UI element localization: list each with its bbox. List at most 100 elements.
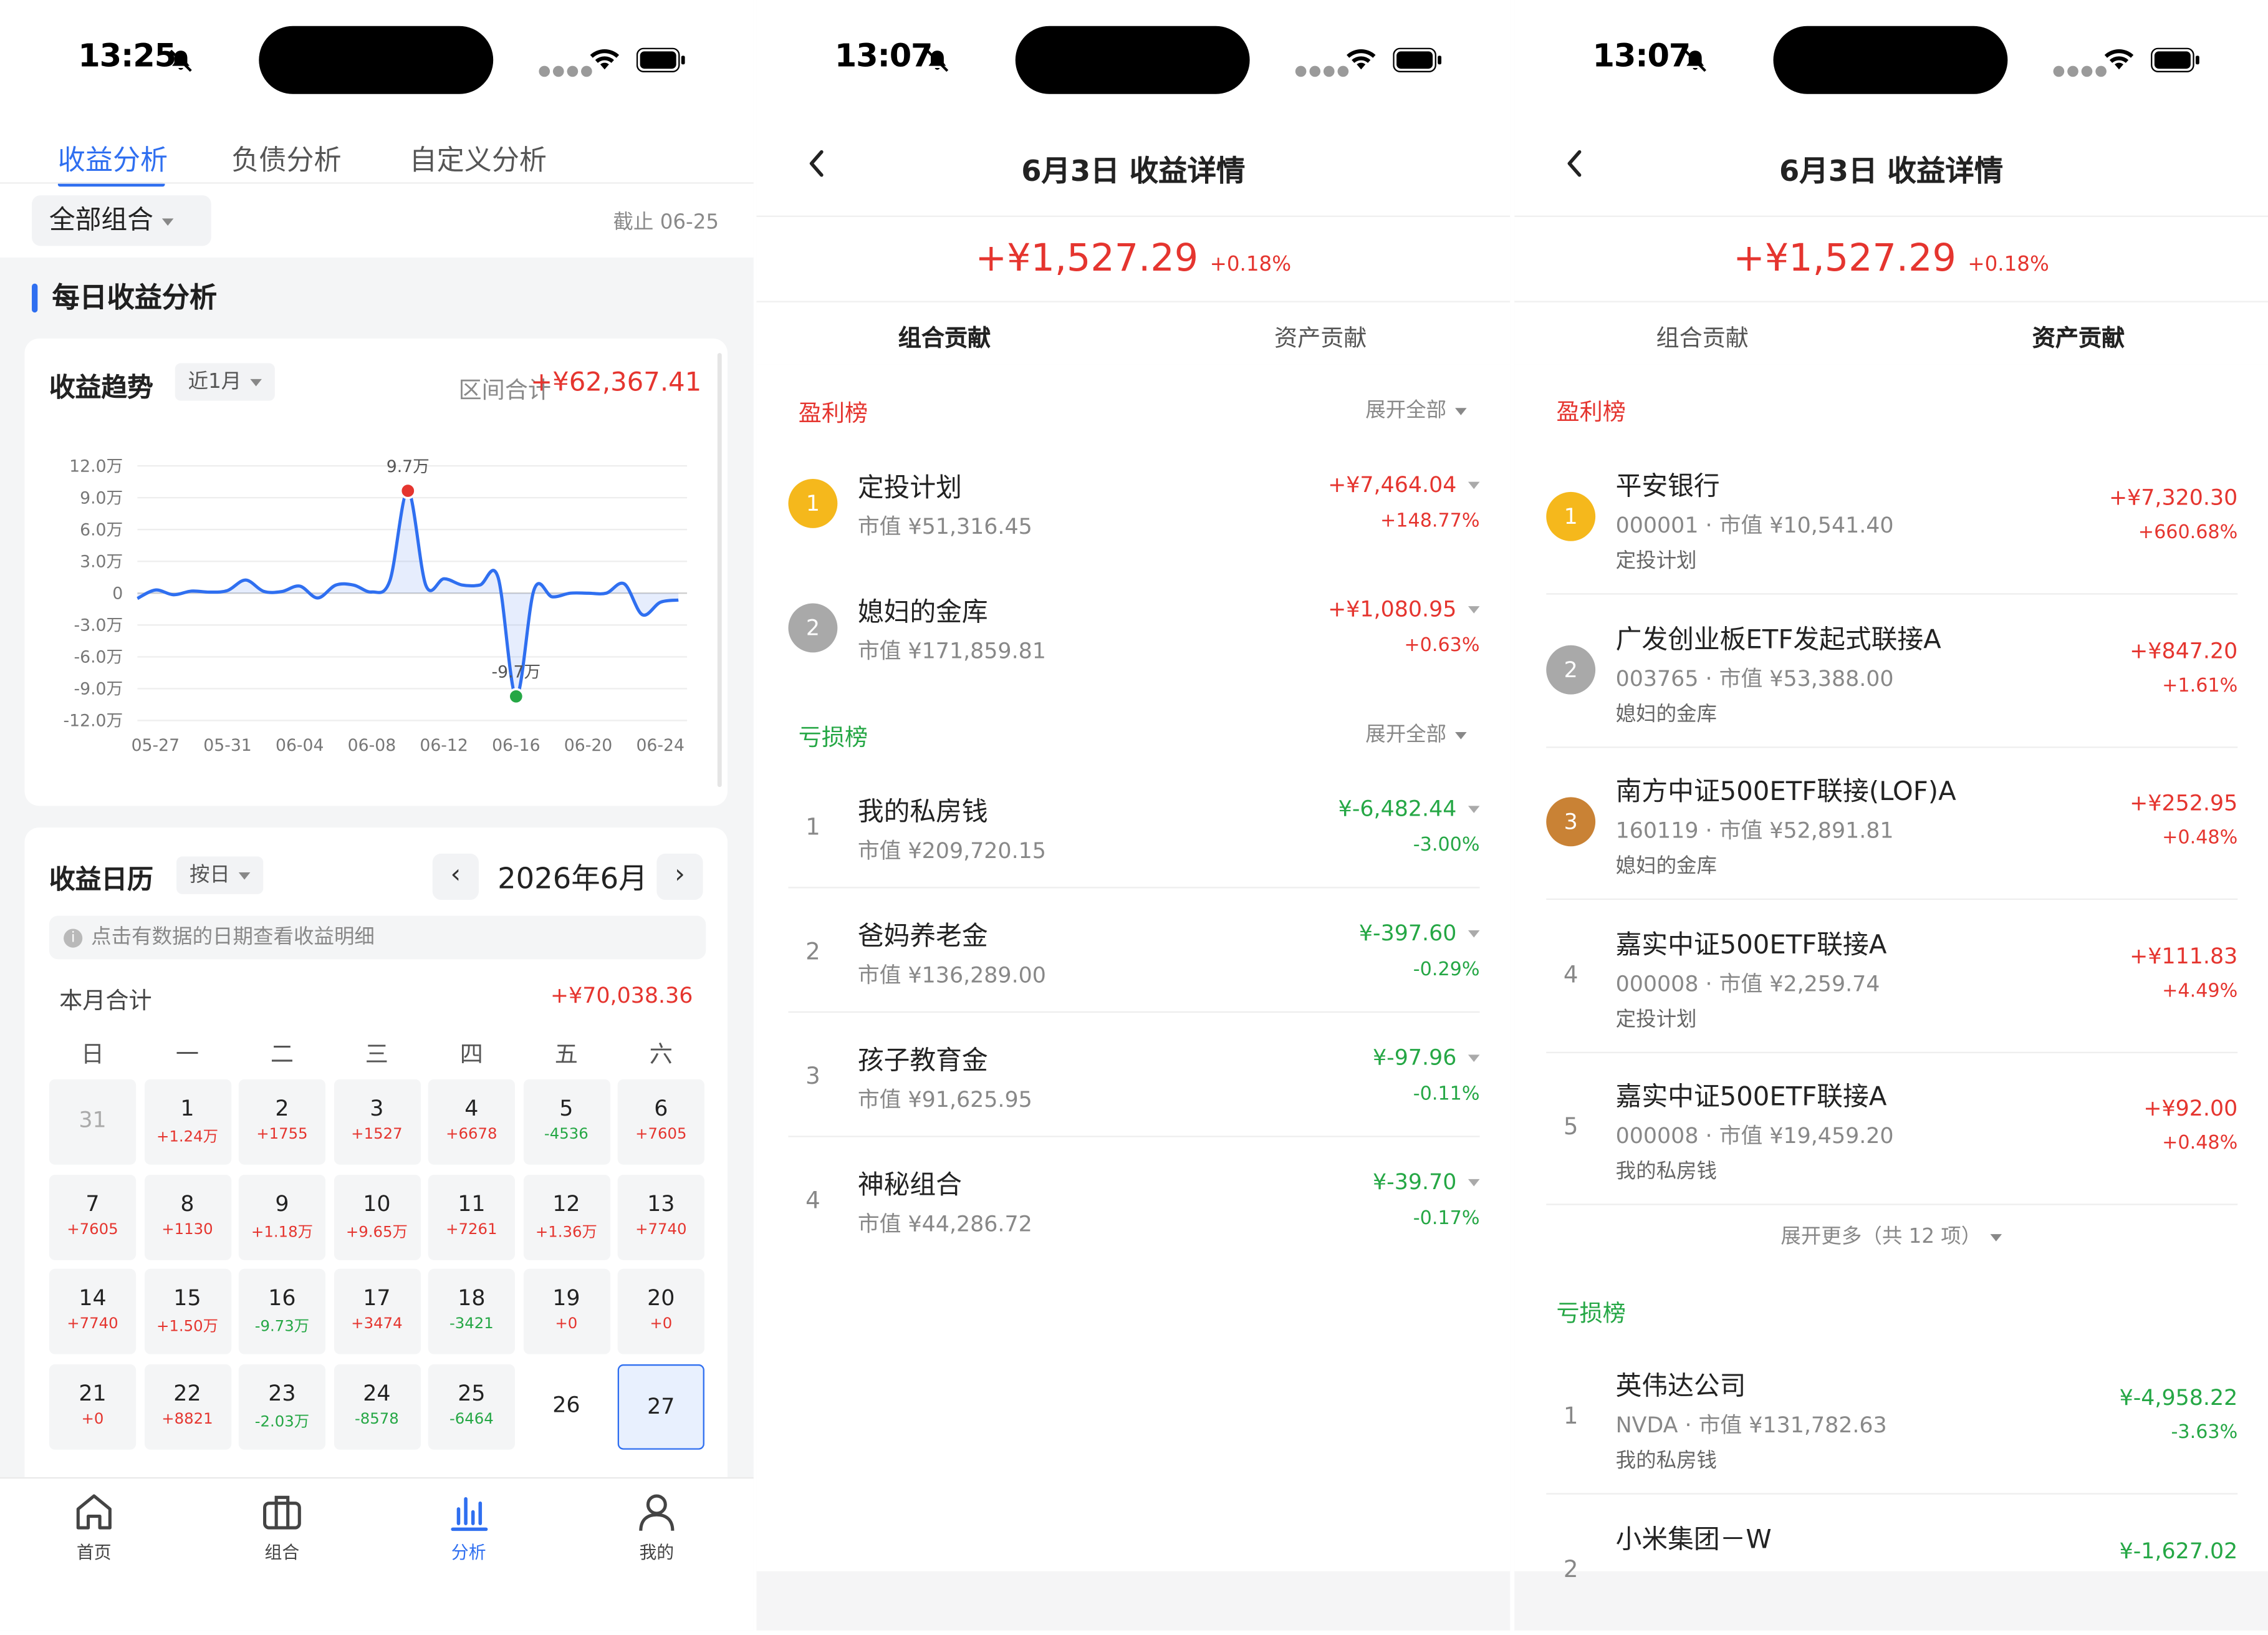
list-item[interactable]: 1 我的私房钱 市值 ¥209,720.15 ¥-6,482.44 -3.00% xyxy=(788,764,1480,889)
asset-ranking-list: 盈利榜 1 平安银行 000001 · 市值 ¥10,541.40 定投计划 +¥7,32… xyxy=(1514,364,2268,1582)
calendar-day[interactable]: 16 -9.73万 xyxy=(238,1268,326,1354)
next-month-button[interactable]: › xyxy=(656,853,703,900)
detail-amount-pct: +0.18% xyxy=(1968,253,2049,277)
list-item[interactable]: 1 英伟达公司 NVDA · 市值 ¥131,782.63 我的私房钱 ¥-4,958.… xyxy=(1546,1343,2238,1495)
calendar-day[interactable]: 19 +0 xyxy=(522,1268,610,1354)
tab-debt-analysis[interactable]: 负债分析 xyxy=(231,139,341,178)
calendar-day[interactable]: 24 -8578 xyxy=(333,1363,421,1449)
item-pct: +0.48% xyxy=(2162,1132,2238,1155)
expand-all-button[interactable]: 展开全部 xyxy=(1365,395,1467,423)
list-item[interactable]: 2 广发创业板ETF发起式联接A 003765 · 市值 ¥53,388.00 媳妇的… xyxy=(1546,596,2238,748)
nav-analysis[interactable]: 分析 xyxy=(396,1490,541,1564)
list-item[interactable]: 4 神秘组合 市值 ¥44,286.72 ¥-39.70 -0.17% xyxy=(788,1137,1480,1262)
list-item[interactable]: 1 平安银行 000001 · 市值 ¥10,541.40 定投计划 +¥7,320.3… xyxy=(1546,443,2238,595)
ranking-title: 亏损榜 xyxy=(1556,1299,1626,1327)
period-selector[interactable]: 近1月 xyxy=(175,363,275,401)
item-market-value: 市值 ¥44,286.72 xyxy=(857,1210,1032,1237)
calendar-day[interactable]: 6 +7605 xyxy=(617,1079,704,1165)
calendar-day[interactable]: 8 +1130 xyxy=(143,1174,231,1260)
tab-portfolio-contribution[interactable]: 组合贡献 xyxy=(1514,318,1890,353)
dynamic-island xyxy=(1015,26,1250,94)
list-item[interactable]: 3 南方中证500ETF联接(LOF)A 160119 · 市值 ¥52,891.8… xyxy=(1546,748,2238,900)
annotation-label: -9.7万 xyxy=(491,663,541,682)
expand-more-button[interactable]: 展开更多（共 12 项） xyxy=(1514,1221,2268,1250)
calendar-day[interactable]: 10 +9.65万 xyxy=(333,1174,421,1260)
calendar-day-number: 8 xyxy=(180,1190,195,1217)
calendar-day-value: +7740 xyxy=(67,1315,118,1333)
chevron-down-icon xyxy=(1468,606,1480,614)
calendar-day[interactable]: 9 +1.18万 xyxy=(238,1174,326,1260)
calendar-day[interactable]: 4 +6678 xyxy=(428,1079,515,1165)
chevron-down-icon xyxy=(250,378,262,386)
calendar-day-value: +1.36万 xyxy=(535,1223,597,1241)
calendar-day[interactable]: 20 +0 xyxy=(617,1268,704,1354)
x-tick-label: 05-31 xyxy=(203,736,252,755)
weekday-label: 二 xyxy=(270,1040,294,1068)
calendar-day-number: 9 xyxy=(275,1190,289,1217)
calendar-day[interactable]: 23 -2.03万 xyxy=(238,1363,326,1449)
calendar-day[interactable]: 7 +7605 xyxy=(49,1174,137,1260)
item-amount-value: ¥-397.60 xyxy=(1358,920,1457,947)
calendar-day[interactable]: 18 -3421 xyxy=(428,1268,515,1354)
calendar-day-value: +0 xyxy=(81,1409,104,1427)
tab-income-analysis[interactable]: 收益分析 xyxy=(58,139,168,178)
annotation-label: 9.7万 xyxy=(387,457,430,476)
tab-asset-contribution[interactable]: 资产贡献 xyxy=(1133,318,1509,353)
item-market-value: 市值 ¥209,720.15 xyxy=(857,837,1046,864)
item-name: 我的私房钱 xyxy=(857,797,988,828)
list-item[interactable]: 1 定投计划 市值 ¥51,316.45 +¥7,464.04 +148.77% xyxy=(788,440,1480,564)
list-item[interactable]: 4 嘉实中证500ETF联接A 000008 · 市值 ¥2,259.74 定投计划 +… xyxy=(1546,900,2238,1053)
list-item[interactable]: 2 爸妈养老金 市值 ¥136,289.00 ¥-397.60 -0.29% xyxy=(788,889,1480,1013)
item-portfolio: 媳妇的金库 xyxy=(1615,855,1718,879)
list-item[interactable]: 3 孩子教育金 市值 ¥91,625.95 ¥-97.96 -0.11% xyxy=(788,1013,1480,1137)
calendar-day[interactable]: 5 -4536 xyxy=(522,1079,610,1165)
calendar-mode-selector[interactable]: 按日 xyxy=(176,856,264,894)
calendar-day[interactable]: 14 +7740 xyxy=(49,1268,137,1354)
calendar-day-value: +1527 xyxy=(351,1126,403,1143)
calendar-day[interactable]: 2 +1755 xyxy=(238,1079,326,1165)
month-total-label: 本月合计 xyxy=(59,986,152,1015)
detail-amount-pct: +0.18% xyxy=(1209,253,1292,277)
item-market-value: 000008 · 市值 ¥19,459.20 xyxy=(1615,1122,1894,1149)
prev-month-button[interactable]: ‹ xyxy=(432,853,479,900)
header-divider xyxy=(0,182,754,184)
list-item[interactable]: 5 嘉实中证500ETF联接A 000008 · 市值 ¥19,459.20 我的私房… xyxy=(1546,1053,2238,1205)
calendar-day[interactable]: 25 -6464 xyxy=(428,1363,515,1449)
list-item[interactable]: 2 媳妇的金库 市值 ¥171,859.81 +¥1,080.95 +0.63% xyxy=(788,564,1480,689)
rank-number: 2 xyxy=(1563,1555,1578,1583)
calendar-day[interactable]: 27 xyxy=(617,1363,704,1449)
tab-portfolio-contribution[interactable]: 组合贡献 xyxy=(756,318,1132,353)
item-portfolio: 定投计划 xyxy=(1615,1007,1697,1031)
calendar-day[interactable]: 1 +1.24万 xyxy=(143,1079,231,1165)
list-item[interactable]: 2 小米集团－W ¥-1,627.02 xyxy=(1546,1495,2237,1631)
calendar-day[interactable]: 17 +3474 xyxy=(333,1268,421,1354)
item-amount-value: ¥-97.96 xyxy=(1373,1044,1457,1071)
chevron-down-icon xyxy=(1455,731,1467,739)
calendar-day[interactable]: 3 +1527 xyxy=(333,1079,421,1165)
calendar-day[interactable]: 22 +8821 xyxy=(143,1363,231,1449)
calendar-day[interactable]: 21 +0 xyxy=(49,1363,137,1449)
calendar-hint-text: 点击有数据的日期查看收益明细 xyxy=(91,925,375,950)
tab-asset-contribution[interactable]: 资产贡献 xyxy=(1890,318,2266,353)
calendar-day-number: 24 xyxy=(363,1379,391,1406)
nav-portfolio[interactable]: 组合 xyxy=(209,1490,354,1564)
chevron-down-icon xyxy=(1468,806,1480,813)
item-name: 嘉实中证500ETF联接A xyxy=(1615,929,1887,960)
x-tick-label: 06-04 xyxy=(276,736,324,755)
rank-number: 2 xyxy=(805,937,820,965)
calendar-day-number: 18 xyxy=(458,1285,486,1311)
bottom-nav: 首页 组合 分析 我的 xyxy=(0,1477,754,1631)
calendar-day[interactable]: 12 +1.36万 xyxy=(522,1174,610,1260)
portfolio-selector[interactable]: 全部组合 xyxy=(32,195,211,246)
calendar-day[interactable]: 13 +7740 xyxy=(617,1174,704,1260)
calendar-day[interactable]: 11 +7261 xyxy=(428,1174,515,1260)
nav-home[interactable]: 首页 xyxy=(22,1490,166,1564)
y-tick-label: -12.0万 xyxy=(64,711,123,731)
nav-mine[interactable]: 我的 xyxy=(584,1490,729,1564)
tab-custom-analysis[interactable]: 自定义分析 xyxy=(410,139,547,178)
calendar-day[interactable]: 15 +1.50万 xyxy=(143,1268,231,1354)
trend-card: 收益趋势 近1月 区间合计 +¥62,367.41 12.0万 9.0万 6.0万 3… xyxy=(24,338,728,806)
status-bar: 13:07 ●●●● xyxy=(1514,0,2268,125)
weekday-label: 六 xyxy=(649,1040,673,1068)
expand-all-button[interactable]: 展开全部 xyxy=(1365,719,1467,748)
